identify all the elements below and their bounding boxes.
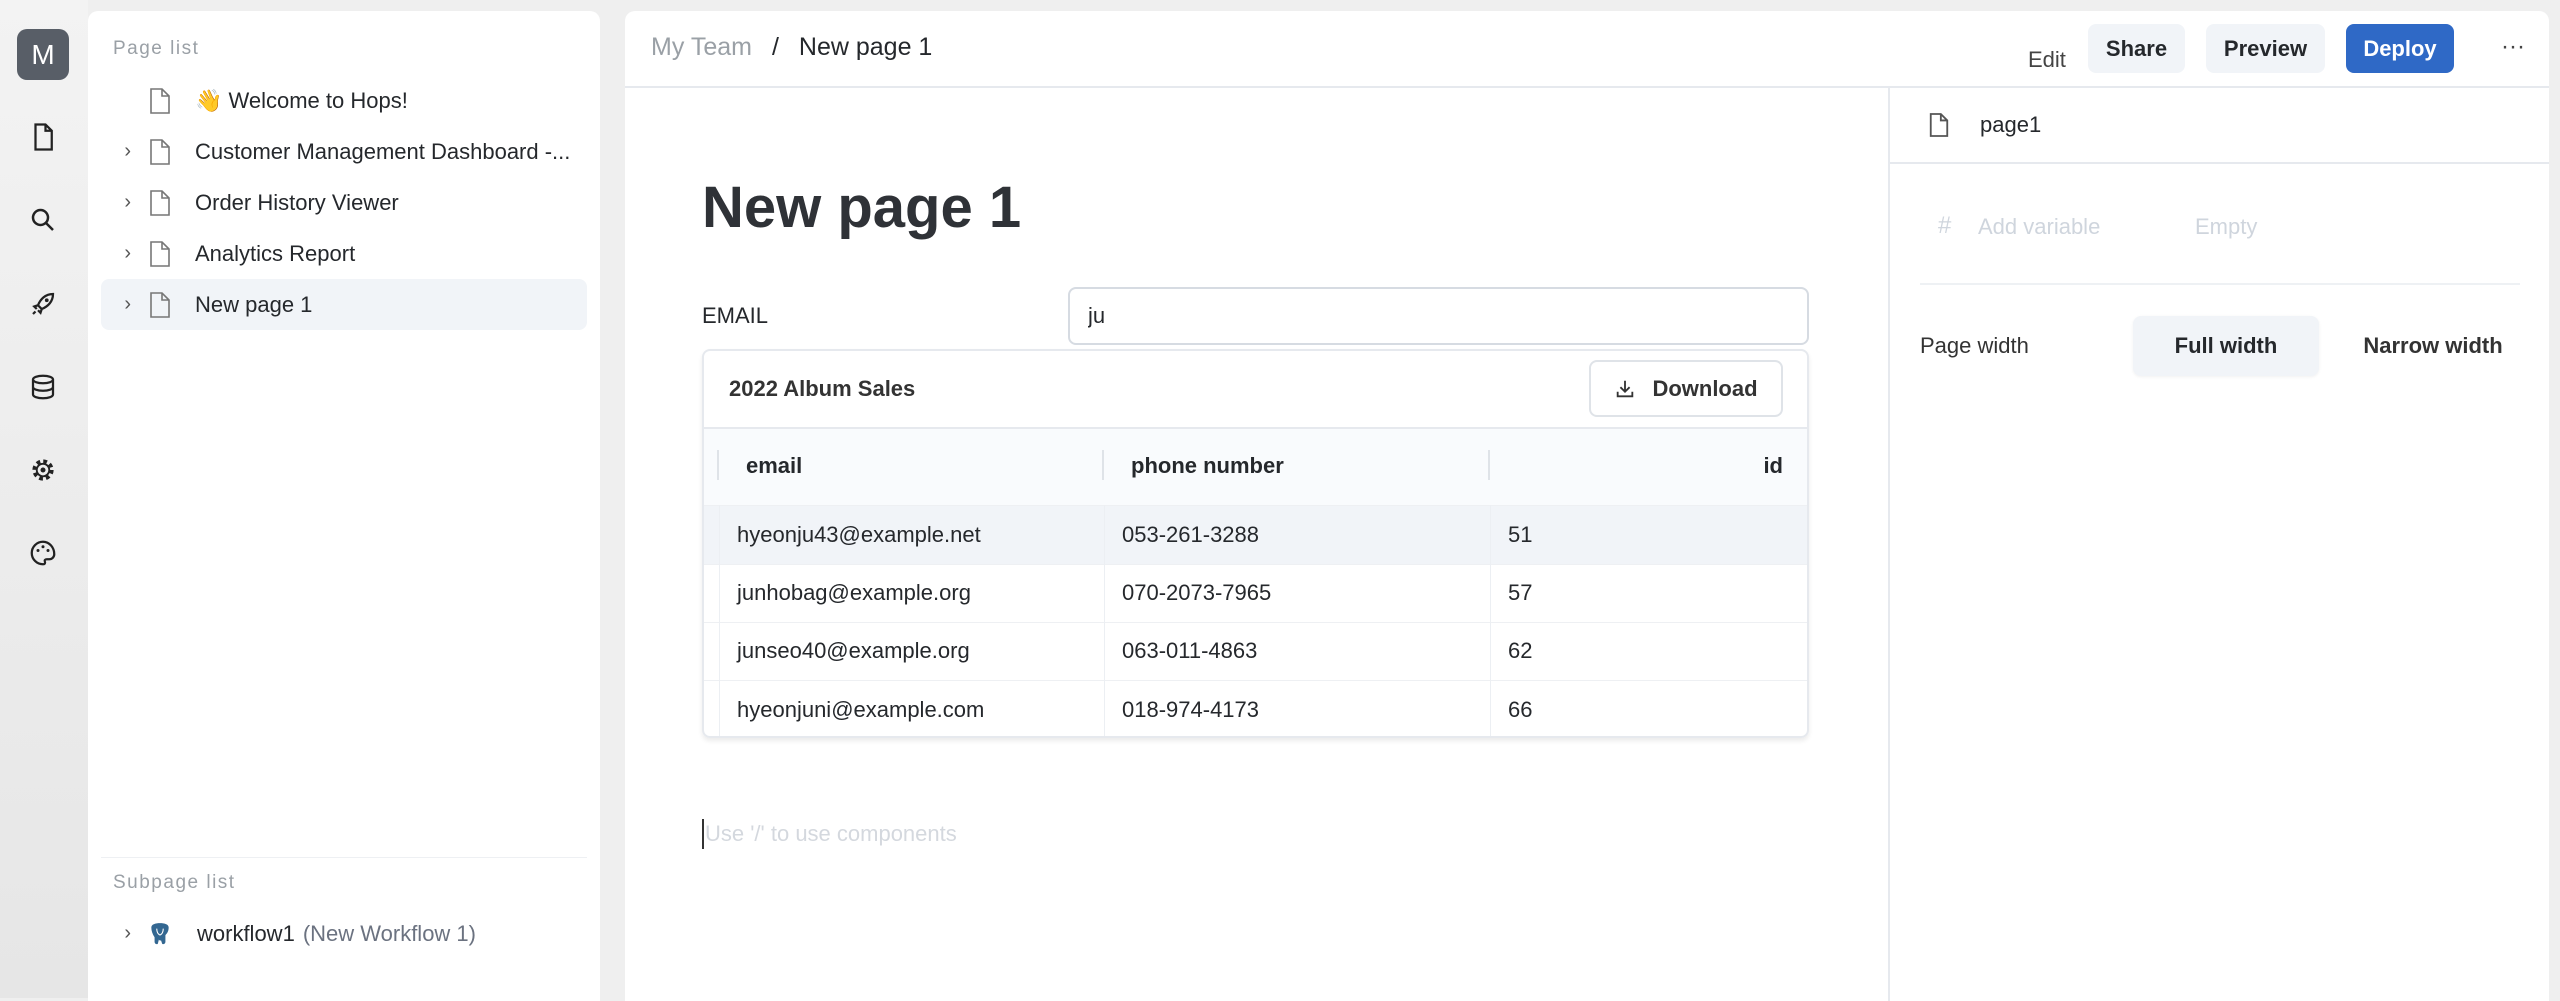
file-icon [150,240,170,267]
subpage-item-workflow1[interactable]: › workflow1 (New Workflow 1) [101,908,587,959]
email-label: EMAIL [702,303,769,328]
table-cell: junseo40@example.org [737,638,970,663]
column-divider [1490,505,1491,736]
page-item-label: Customer Management Dashboard -... [195,138,571,164]
palette-icon[interactable] [28,538,58,568]
icon-rail: M [0,0,88,998]
column-resize-handle[interactable] [1102,450,1104,480]
table-cell: 51 [1508,521,1533,547]
download-button[interactable]: Download [1589,360,1783,417]
page-item[interactable]: › Order History Viewer [101,177,587,228]
table-title: 2022 Album Sales [729,376,916,401]
page-name-row: page1 [1890,88,2549,164]
subpage-list-label: Subpage list [113,872,236,893]
table-cell: junhobag@example.org [737,580,971,605]
table-cell: 053-261-3288 [1122,521,1260,547]
breadcrumb: My Team / New page 1 [651,33,932,62]
gear-icon[interactable] [28,455,58,485]
column-resize-handle[interactable] [1488,450,1490,480]
main-panel: My Team / New page 1 Edit Share Preview … [625,11,2549,1001]
chevron-right-icon[interactable]: › [101,140,141,163]
database-icon[interactable] [28,372,58,402]
narrow-width-option[interactable]: Narrow width [2340,316,2526,376]
download-icon [1617,380,1634,397]
page-item[interactable]: › Analytics Report [101,228,587,279]
page-list-label: Page list [113,38,200,59]
hash-icon: # [1938,212,1952,239]
page-item-label: 👋 Welcome to Hops! [195,87,408,113]
variable-empty-text: Empty [2195,214,2258,239]
email-input[interactable] [1068,287,1809,345]
page-item[interactable]: › New page 1 [101,279,587,330]
breadcrumb-team[interactable]: My Team [651,33,752,62]
column-divider [1104,505,1105,736]
preview-button[interactable]: Preview [2206,24,2325,73]
table-cell: 018-974-4173 [1122,696,1260,722]
top-header: My Team / New page 1 Edit Share Preview … [625,11,2549,88]
more-icon[interactable]: ··· [2501,33,2525,61]
table-cell: 62 [1508,638,1533,663]
chevron-right-icon[interactable]: › [101,191,141,214]
page-title: New page 1 [702,175,1022,240]
rocket-icon[interactable] [28,289,58,319]
column-resize-handle[interactable] [1808,450,1809,480]
subpage-label: workflow1 [197,920,295,946]
table-cell: 063-011-4863 [1122,638,1258,663]
chevron-right-icon[interactable]: › [101,293,141,316]
subpage-sublabel: (New Workflow 1) [302,920,476,946]
page-item[interactable]: › Customer Management Dashboard -... [101,126,587,177]
search-icon[interactable] [28,205,58,235]
page-item-label: New page 1 [195,291,313,317]
divider [1920,283,2520,285]
file-icon [150,138,170,165]
breadcrumb-page: New page 1 [798,33,933,61]
divider [101,857,587,858]
chevron-right-icon[interactable]: › [101,922,141,945]
table-cell: 57 [1508,580,1533,605]
full-width-option[interactable]: Full width [2133,316,2319,376]
avatar[interactable]: M [17,29,69,80]
add-variable-button[interactable]: Add variable [1978,214,2100,240]
postgres-icon [151,922,169,944]
table-cell: 070-2073-7965 [1122,580,1272,605]
column-resize-handle[interactable] [717,450,719,480]
data-table: 2022 Album Sales Download email phone num… [702,349,1809,738]
file-icon[interactable] [28,122,58,152]
table-cell: 66 [1508,696,1533,722]
component-placeholder[interactable]: Use '/' to use components [702,819,957,849]
page-width-label: Page width [1920,333,2029,358]
file-icon [150,291,170,318]
column-header[interactable]: id [1490,427,1783,505]
column-header[interactable]: email [746,427,1104,505]
page-item[interactable]: 👋 Welcome to Hops! [101,75,587,126]
file-icon [1929,113,1949,137]
properties-panel: page1 # Add variable Empty Page width Fu… [1888,88,2549,1001]
page-item-label: Analytics Report [195,240,356,266]
file-icon [150,87,170,114]
chevron-right-icon[interactable]: › [101,242,141,265]
file-icon [150,189,170,216]
column-divider [719,505,720,736]
page-item-label: Order History Viewer [195,189,399,215]
edit-button[interactable]: Edit [2028,35,2066,84]
table-cell: hyeonju43@example.net [737,521,981,547]
table-cell: hyeonjuni@example.com [737,696,985,722]
breadcrumb-separator: / [771,33,779,61]
page-name: page1 [1980,112,2042,137]
deploy-button[interactable]: Deploy [2346,24,2454,73]
page-sidebar: Page list 👋 Welcome to Hops! › Customer Ma… [88,11,600,1001]
share-button[interactable]: Share [2088,24,2185,73]
download-label: Download [1652,375,1758,401]
column-header[interactable]: phone number [1131,427,1490,505]
